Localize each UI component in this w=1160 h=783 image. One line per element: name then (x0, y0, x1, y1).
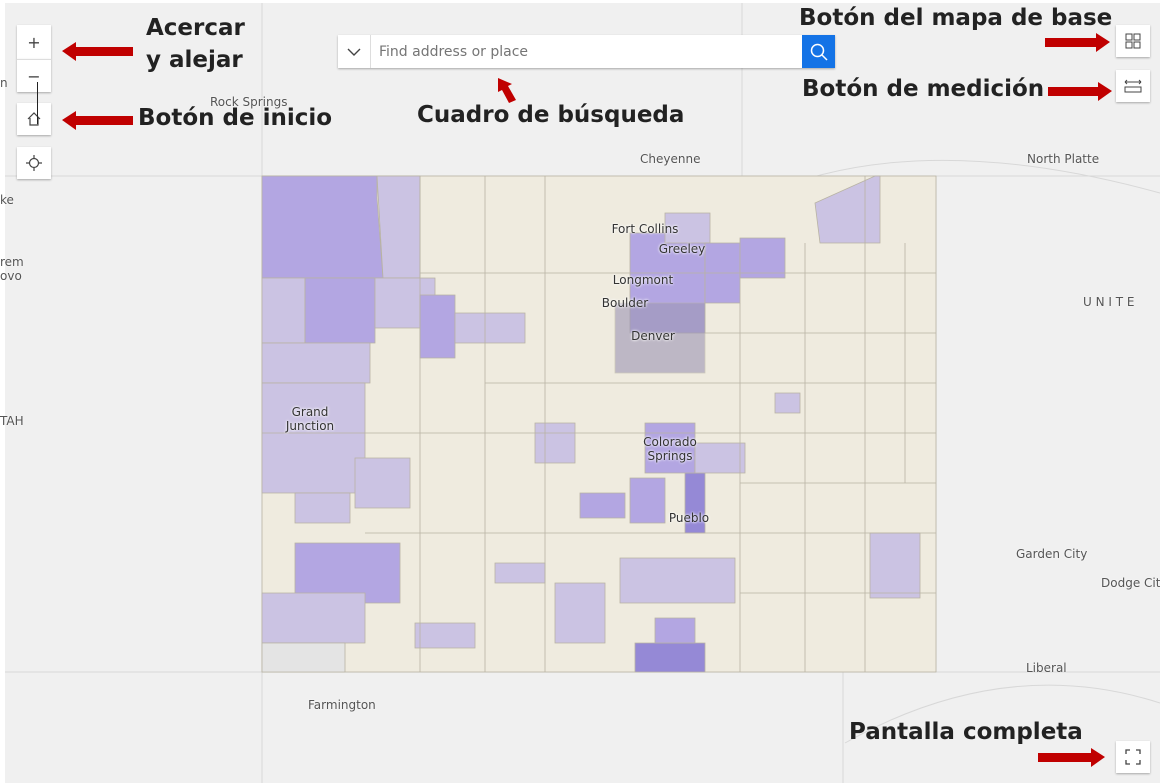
annotation-basemap: Botón del mapa de base (799, 5, 1113, 31)
basemap-label: Farmington (308, 698, 376, 712)
basemap-label: n (0, 76, 8, 90)
basemap-label: Cheyenne (640, 152, 701, 166)
measure-button[interactable] (1116, 70, 1150, 102)
basemap-gallery-icon (1125, 33, 1141, 49)
basemap-label: Liberal (1026, 661, 1067, 675)
zoom-out-button[interactable]: − (17, 59, 51, 92)
basemap-label: ke (0, 193, 14, 207)
basemap-label: Dodge City (1101, 576, 1160, 590)
basemap-label: rem (0, 255, 24, 269)
basemap-label: ovo (0, 269, 22, 283)
annotation-measure: Botón de medición (802, 76, 1045, 102)
annotation-line (37, 82, 38, 124)
annotation-fullscreen: Pantalla completa (849, 719, 1083, 745)
basemap-label: Garden City (1016, 547, 1088, 561)
search-icon (810, 43, 828, 61)
basemap-label: TAH (0, 414, 24, 428)
annotation-home: Botón de inicio (138, 105, 333, 131)
city-label: Fort Collins (611, 222, 679, 236)
measure-icon (1124, 79, 1142, 93)
city-label: Boulder (601, 296, 649, 310)
city-label: Colorado Springs (643, 435, 697, 463)
search-input[interactable] (371, 35, 802, 68)
city-label: Pueblo (668, 511, 710, 525)
search-widget (338, 35, 835, 68)
chevron-down-icon (347, 48, 361, 56)
search-button[interactable] (802, 35, 835, 68)
basemap-gallery-button[interactable] (1116, 25, 1150, 57)
basemap-label: North Platte (1027, 152, 1100, 166)
annotation-search: Cuadro de búsqueda (417, 102, 685, 128)
city-label: Longmont (612, 273, 674, 287)
city-label: Grand Junction (285, 405, 335, 433)
search-source-dropdown[interactable] (338, 35, 371, 68)
zoom-in-button[interactable]: + (17, 25, 51, 59)
city-label: Denver (631, 329, 675, 343)
city-label: Greeley (658, 242, 706, 256)
home-icon (27, 112, 41, 126)
locate-icon (26, 155, 42, 171)
fullscreen-button[interactable] (1116, 741, 1150, 773)
fullscreen-icon (1125, 749, 1141, 765)
locate-button[interactable] (17, 147, 51, 179)
annotation-zoom: Acercar y alejar (146, 15, 245, 73)
basemap-label: U N I T E (1083, 295, 1135, 309)
home-button[interactable] (17, 103, 51, 135)
